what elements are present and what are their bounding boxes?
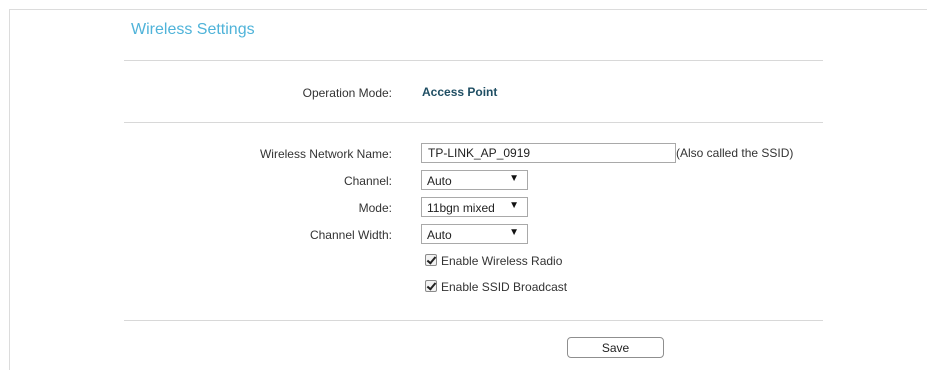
divider — [124, 60, 823, 61]
divider — [124, 122, 823, 123]
mode-select-value: 11bgn mixed — [427, 201, 495, 215]
enable-wireless-radio-row[interactable]: Enable Wireless Radio — [425, 254, 562, 268]
enable-wireless-radio-checkbox[interactable] — [425, 254, 437, 266]
mode-label: Mode: — [358, 201, 392, 215]
channel-width-select-value: Auto — [427, 228, 452, 242]
enable-wireless-radio-label: Enable Wireless Radio — [441, 254, 563, 268]
save-button[interactable]: Save — [567, 337, 664, 358]
channel-width-label: Channel Width: — [309, 228, 392, 242]
chevron-down-icon: ▼ — [509, 173, 519, 184]
channel-label: Channel: — [343, 174, 392, 188]
page-title: Wireless Settings — [131, 21, 255, 38]
network-name-input[interactable] — [421, 143, 676, 163]
chevron-down-icon: ▼ — [509, 227, 519, 238]
channel-select[interactable]: Auto ▼ — [421, 170, 528, 190]
enable-ssid-broadcast-label: Enable SSID Broadcast — [441, 280, 568, 294]
mode-select[interactable]: 11bgn mixed ▼ — [421, 197, 528, 217]
ssid-hint: (Also called the SSID) — [676, 146, 794, 160]
divider — [124, 320, 823, 321]
channel-width-select[interactable]: Auto ▼ — [421, 224, 528, 244]
enable-ssid-broadcast-checkbox[interactable] — [425, 280, 437, 292]
chevron-down-icon: ▼ — [509, 200, 519, 211]
enable-ssid-broadcast-row[interactable]: Enable SSID Broadcast — [425, 280, 567, 294]
channel-select-value: Auto — [427, 174, 452, 188]
operation-mode-label: Operation Mode: — [302, 86, 392, 100]
operation-mode-value: Access Point — [422, 85, 498, 99]
network-name-label: Wireless Network Name: — [259, 147, 392, 161]
